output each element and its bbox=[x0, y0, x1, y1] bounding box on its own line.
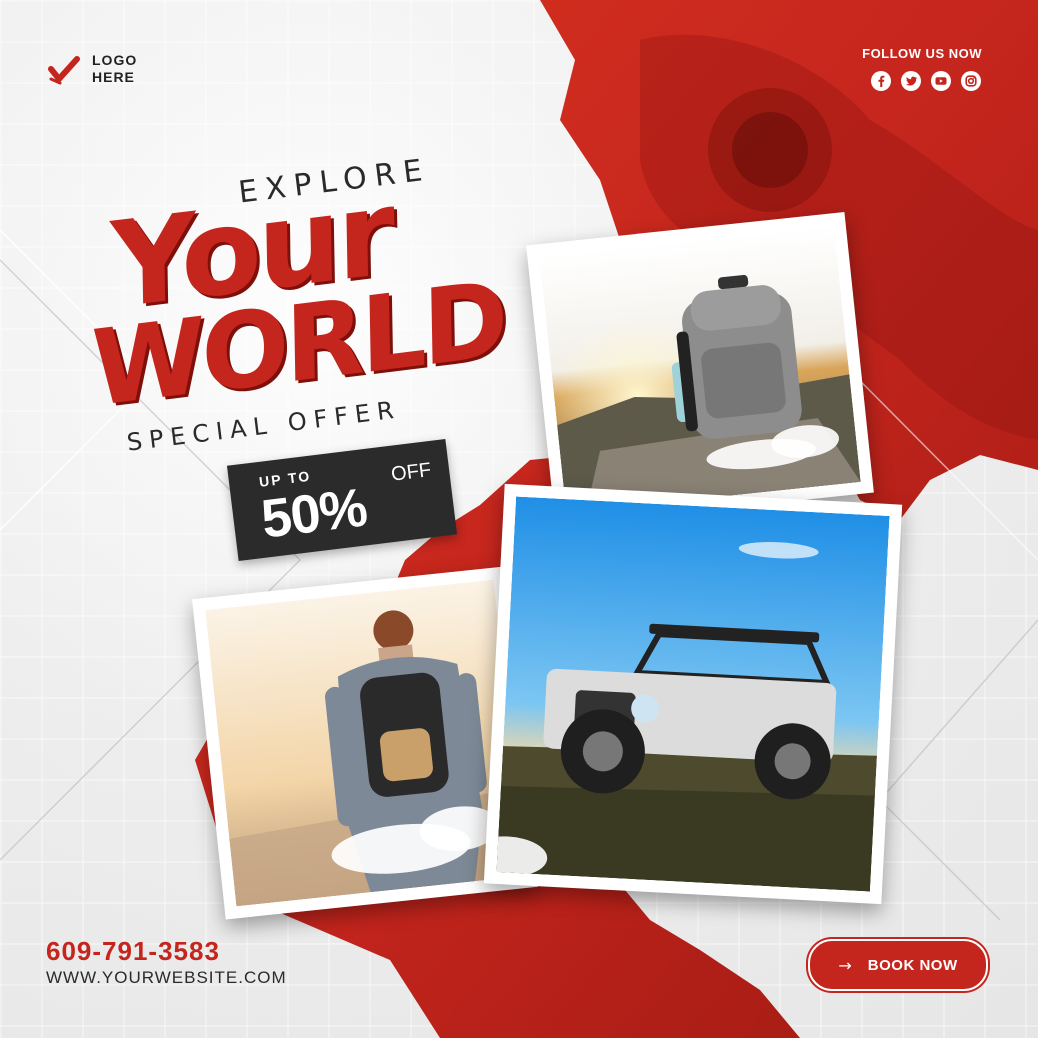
logo-text: LOGO HERE bbox=[92, 52, 152, 86]
twitter-icon[interactable] bbox=[900, 70, 922, 92]
backpack-photo bbox=[526, 212, 874, 526]
check-mark-icon bbox=[48, 56, 80, 85]
social-icons bbox=[862, 70, 982, 92]
instagram-icon[interactable] bbox=[960, 70, 982, 92]
book-now-button[interactable]: → BOOK NOW bbox=[808, 939, 988, 991]
off-text: OFF bbox=[389, 459, 433, 486]
logo-line-2: HERE bbox=[92, 69, 135, 85]
youtube-icon[interactable] bbox=[930, 70, 952, 92]
logo-line-1: LOGO bbox=[92, 52, 138, 68]
follow-section: FOLLOW US NOW bbox=[862, 46, 982, 92]
travel-promo-poster: LOGO HERE FOLLOW US NOW EXPLORE Your WOR… bbox=[0, 0, 1038, 1038]
arrow-right-icon: → bbox=[838, 955, 852, 975]
follow-label: FOLLOW US NOW bbox=[862, 46, 982, 61]
phone-number[interactable]: 609-791-3583 bbox=[46, 936, 220, 967]
book-now-label: BOOK NOW bbox=[867, 956, 958, 974]
hiker-image bbox=[205, 579, 525, 907]
jeep-photo bbox=[483, 483, 903, 905]
jeep-image bbox=[496, 496, 890, 892]
percent-text: 50% bbox=[258, 477, 370, 550]
facebook-icon[interactable] bbox=[870, 70, 892, 92]
website-url[interactable]: WWW.YOURWEBSITE.COM bbox=[46, 968, 287, 988]
headline: EXPLORE Your WORLD SPECIAL OFFER bbox=[90, 150, 550, 480]
logo: LOGO HERE bbox=[48, 52, 152, 86]
backpack-image bbox=[539, 225, 861, 513]
